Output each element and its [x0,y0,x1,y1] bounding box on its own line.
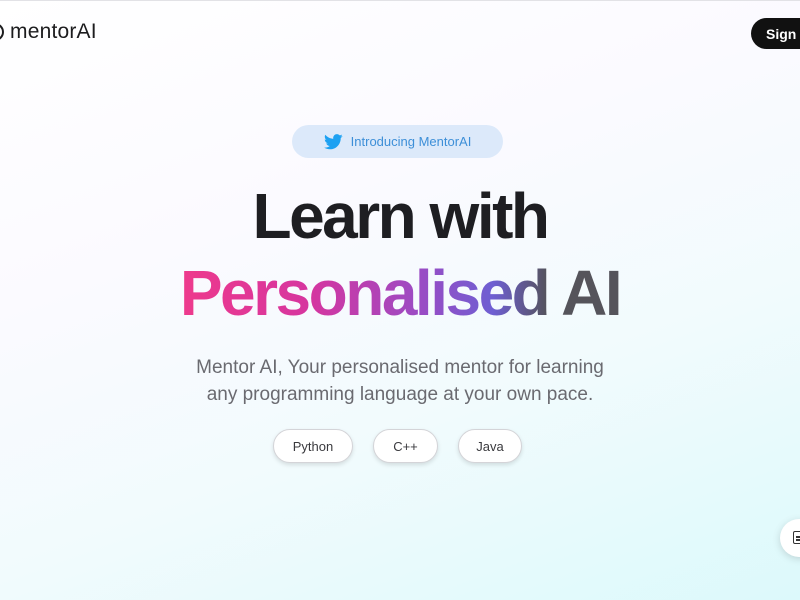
headline-line-2: Personalised AI [0,255,800,331]
language-chip-cpp[interactable]: C++ [373,429,438,463]
intro-badge-label: Introducing MentorAI [350,134,472,149]
top-border [0,0,800,1]
headline-ai-word: AI [561,257,623,329]
headline-gradient-word: Personalised [179,257,551,329]
brand-logo-link[interactable]: mentorAI [0,20,97,44]
mentor-logo-icon [0,23,4,41]
twitter-bird-icon [323,133,343,150]
subtitle-line-1: Mentor AI, Your personalised mentor for … [196,357,604,378]
language-chip-java[interactable]: Java [458,429,522,463]
subtitle-line-2: any programming language at your own pac… [206,384,594,405]
intro-badge[interactable]: Introducing MentorAI [292,125,503,158]
document-icon [793,531,800,544]
language-chip-python[interactable]: Python [273,429,353,463]
floating-action-button[interactable] [780,519,800,557]
brand-name: mentorAI [10,20,97,43]
sign-in-button[interactable]: Sign In [751,18,800,49]
headline-line-1: Learn with [252,180,550,252]
landing-page: mentorAI Sign In Introducing MentorAI Le… [0,0,800,600]
hero-subtitle: Mentor AI, Your personalised mentor for … [0,354,800,408]
